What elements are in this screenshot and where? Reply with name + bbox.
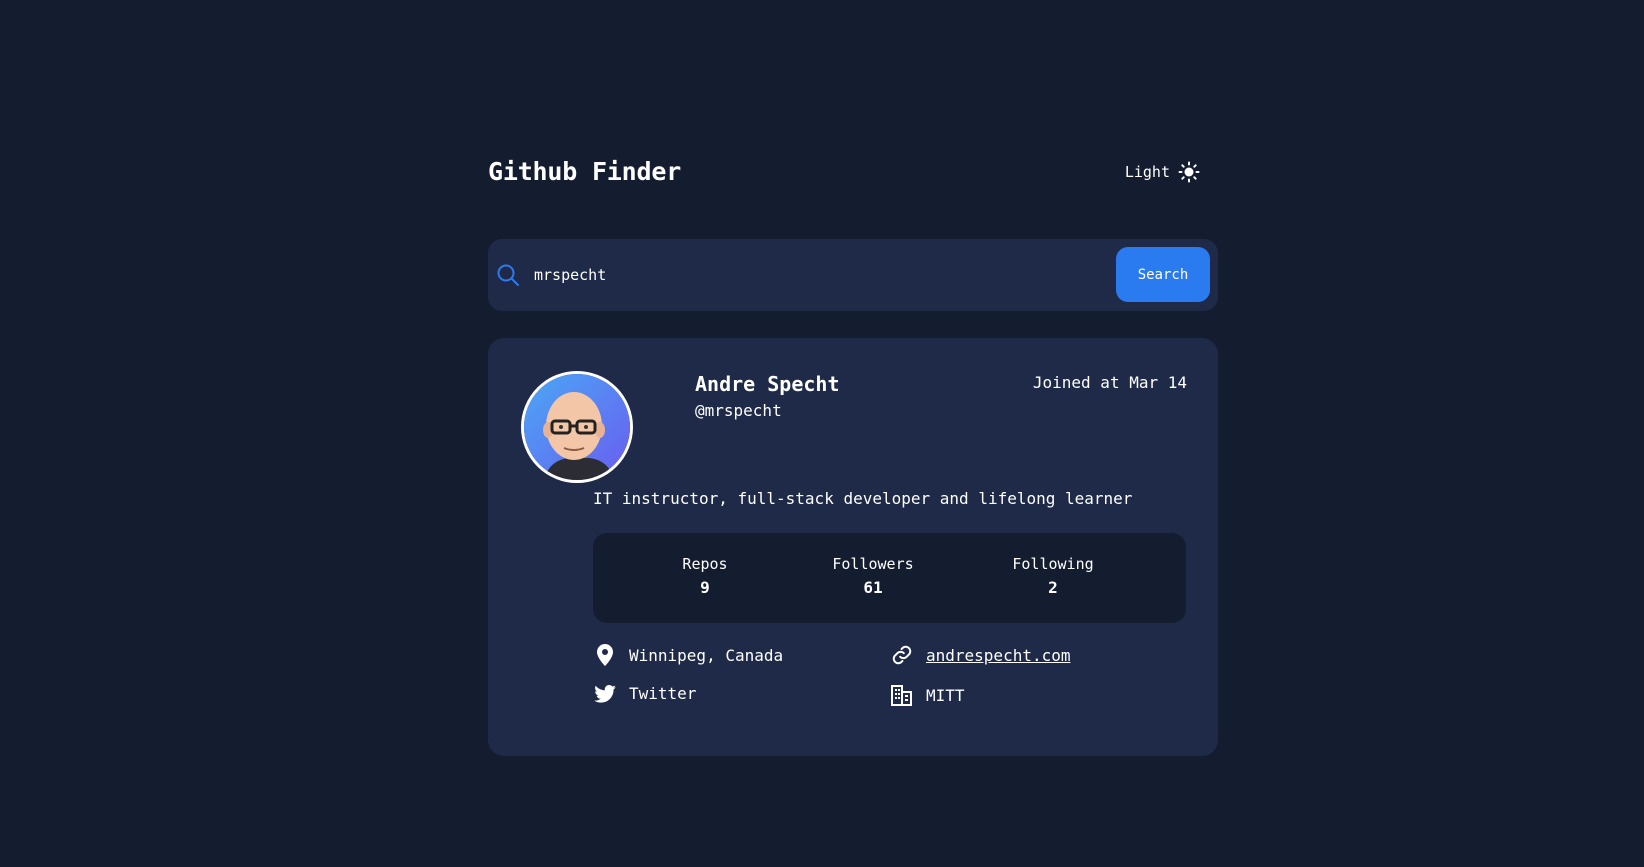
company-item: MITT [890, 684, 965, 706]
location-text: Winnipeg, Canada [629, 645, 784, 665]
profile-name: Andre Specht [695, 372, 840, 396]
location-item: Winnipeg, Canada [593, 644, 783, 666]
company-text: MITT [926, 685, 965, 705]
search-button[interactable]: Search [1116, 247, 1210, 302]
search-bar: Search [488, 239, 1218, 311]
theme-toggle-button[interactable]: Light [1125, 161, 1200, 183]
app-title: Github Finder [488, 157, 682, 186]
joined-date: Joined at Mar 14 [1032, 373, 1187, 392]
blog-link[interactable]: andrespecht.com [926, 646, 1071, 665]
search-input[interactable] [534, 255, 1134, 295]
stat-following: Following 2 [1003, 555, 1103, 597]
stat-label: Following [1012, 555, 1094, 573]
twitter-item: Twitter [593, 684, 696, 703]
theme-toggle-label: Light [1124, 163, 1170, 181]
profile-login: @mrspecht [695, 401, 782, 420]
sun-icon [1178, 161, 1200, 183]
blog-item: andrespecht.com [890, 644, 1071, 666]
location-pin-icon [593, 644, 617, 666]
link-icon [890, 644, 914, 666]
avatar [521, 371, 633, 483]
search-icon [496, 263, 520, 291]
twitter-text: Twitter [629, 684, 697, 703]
stat-followers: Followers 61 [823, 555, 923, 597]
stat-label: Followers [832, 555, 914, 573]
stat-value: 9 [700, 578, 710, 597]
stat-value: 2 [1048, 578, 1058, 597]
profile-bio: IT instructor, full-stack developer and … [593, 489, 1133, 508]
stat-value: 61 [863, 578, 883, 597]
twitter-icon [593, 684, 617, 703]
building-icon [890, 684, 914, 706]
profile-card: Andre Specht @mrspecht Joined at Mar 14 … [488, 338, 1218, 756]
stat-repos: Repos 9 [673, 555, 737, 597]
stat-label: Repos [682, 555, 728, 573]
stats-panel: Repos 9 Followers 61 Following 2 [593, 533, 1186, 623]
app-root: Github Finder Light mrspecht Search Andr… [0, 0, 1644, 867]
header: Github Finder Light [488, 155, 1218, 197]
